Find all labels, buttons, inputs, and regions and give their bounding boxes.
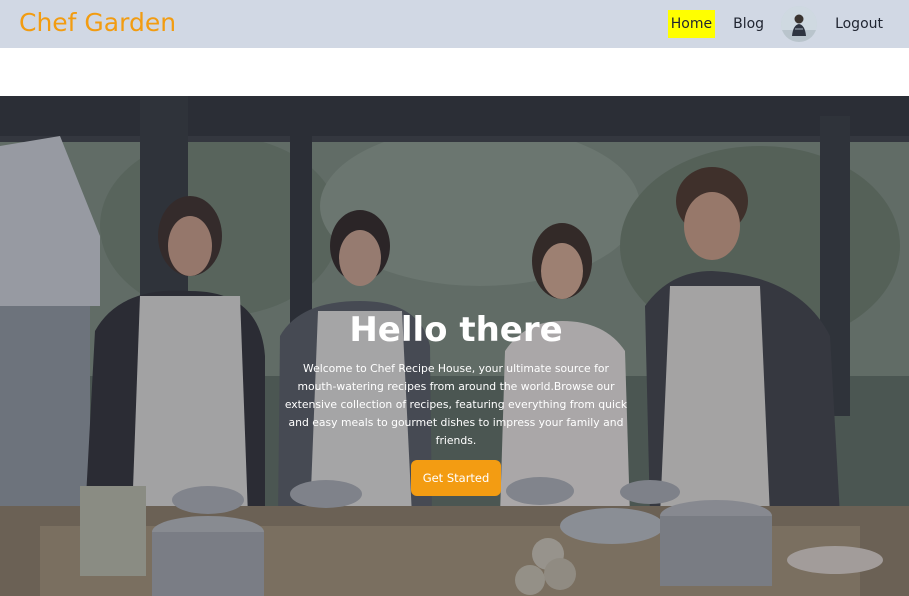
hero-content: Hello there Welcome to Chef Recipe House… [284,306,628,496]
brand-logo-text[interactable]: Chef Garden [19,8,176,37]
navbar: Chef Garden Home Blog Logout [0,0,909,48]
hero-description: Welcome to Chef Recipe House, your ultim… [284,362,628,447]
logout-link[interactable]: Logout [835,16,883,32]
hero-title: Hello there [349,310,563,350]
user-avatar-image [781,6,818,42]
nav-home-link[interactable]: Home [667,10,716,38]
nav-blog-link[interactable]: Blog [733,16,764,32]
nav-links: Home Blog Logout [667,0,883,48]
hero-banner: Hello there Welcome to Chef Recipe House… [0,96,909,596]
user-avatar[interactable] [781,6,818,42]
get-started-button[interactable]: Get Started [410,460,502,496]
